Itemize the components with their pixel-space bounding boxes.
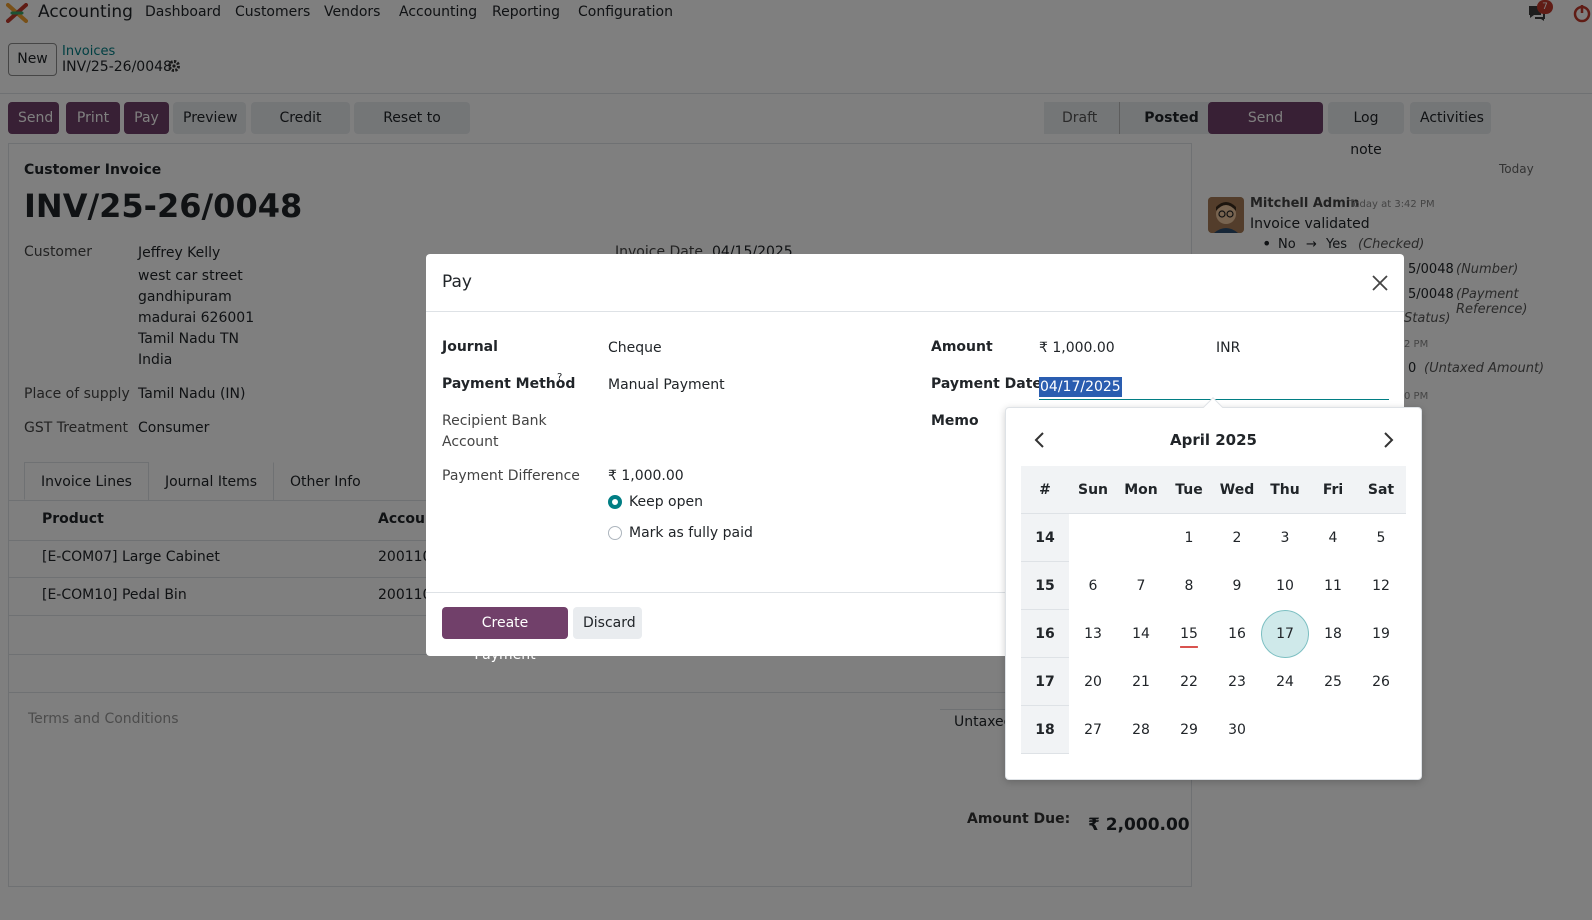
calendar-day-25[interactable]: 25	[1309, 658, 1357, 706]
calendar-day-10[interactable]: 10	[1261, 562, 1309, 610]
weekday-tue: Tue	[1175, 482, 1203, 498]
dialog-title: Pay	[442, 272, 472, 292]
calendar-day-28[interactable]: 28	[1117, 706, 1165, 754]
calendar-day-22[interactable]: 22	[1165, 658, 1213, 706]
calendar-day-1[interactable]: 1	[1165, 514, 1213, 562]
dialog-header: Pay	[426, 254, 1404, 312]
weekday-mon: Mon	[1124, 482, 1158, 498]
keep-open-radio[interactable]	[608, 495, 622, 509]
week-number: 15	[1035, 578, 1055, 594]
payment-difference-label: Payment Difference	[442, 468, 580, 484]
journal-label: Journal	[442, 339, 498, 355]
weekday-wed: Wed	[1219, 482, 1255, 498]
calendar-day-27[interactable]: 27	[1069, 706, 1117, 754]
calendar-day-9[interactable]: 9	[1213, 562, 1261, 610]
amount-label: Amount	[931, 339, 993, 355]
create-payment-button[interactable]: Create Payment	[442, 607, 568, 663]
amount-field[interactable]: ₹ 1,000.00	[1039, 340, 1115, 356]
payment-method-field[interactable]: Manual Payment	[608, 377, 725, 393]
calendar-day-20[interactable]: 20	[1069, 658, 1117, 706]
calendar-day-6[interactable]: 6	[1069, 562, 1117, 610]
payment-date-label: Payment Date	[931, 376, 1042, 392]
memo-label: Memo	[931, 413, 979, 429]
weekday-sat: Sat	[1367, 482, 1395, 498]
help-icon[interactable]: ?	[557, 372, 562, 383]
week-number: 16	[1035, 626, 1055, 642]
week-number-header: #	[1039, 482, 1051, 498]
weekday-thu: Thu	[1270, 482, 1300, 498]
chevron-right-icon[interactable]	[1380, 430, 1396, 450]
calendar-day-14[interactable]: 14	[1117, 610, 1165, 658]
mark-fully-paid-label[interactable]: Mark as fully paid	[629, 525, 753, 541]
calendar-day-13[interactable]: 13	[1069, 610, 1117, 658]
week-number: 14	[1035, 530, 1055, 546]
calendar-day-7[interactable]: 7	[1117, 562, 1165, 610]
week-number: 18	[1035, 722, 1055, 738]
calendar-day-15[interactable]: 15	[1165, 610, 1213, 658]
calendar-day-8[interactable]: 8	[1165, 562, 1213, 610]
calendar-day-18[interactable]: 18	[1309, 610, 1357, 658]
calendar-day-21[interactable]: 21	[1117, 658, 1165, 706]
calendar-day-4[interactable]: 4	[1309, 514, 1357, 562]
calendar-day-3[interactable]: 3	[1261, 514, 1309, 562]
payment-date-value[interactable]: 04/17/2025	[1039, 377, 1122, 397]
calendar-day-17[interactable]: 17	[1261, 610, 1309, 658]
calendar-day-5[interactable]: 5	[1357, 514, 1405, 562]
calendar-day-11[interactable]: 11	[1309, 562, 1357, 610]
journal-field[interactable]: Cheque	[608, 340, 662, 356]
weekday-sun: Sun	[1077, 482, 1109, 498]
week-number: 17	[1035, 674, 1055, 690]
calendar-day-29[interactable]: 29	[1165, 706, 1213, 754]
payment-method-label: Payment Method	[442, 376, 576, 392]
recipient-bank-label: Recipient Bank	[442, 413, 547, 429]
discard-button[interactable]: Discard	[573, 607, 642, 639]
calendar-day-12[interactable]: 12	[1357, 562, 1405, 610]
calendar-day-26[interactable]: 26	[1357, 658, 1405, 706]
calendar-day-23[interactable]: 23	[1213, 658, 1261, 706]
calendar-day-2[interactable]: 2	[1213, 514, 1261, 562]
calendar-day-30[interactable]: 30	[1213, 706, 1261, 754]
recipient-bank-label: Account	[442, 434, 499, 450]
currency-field[interactable]: INR	[1216, 340, 1240, 356]
mark-fully-paid-radio[interactable]	[608, 526, 622, 540]
month-title[interactable]: April 2025	[1005, 431, 1422, 449]
payment-difference-value: ₹ 1,000.00	[608, 468, 684, 484]
calendar-day-16[interactable]: 16	[1213, 610, 1261, 658]
weekday-fri: Fri	[1322, 482, 1344, 498]
calendar-day-19[interactable]: 19	[1357, 610, 1405, 658]
calendar-day-24[interactable]: 24	[1261, 658, 1309, 706]
close-icon[interactable]	[1371, 274, 1389, 292]
keep-open-label[interactable]: Keep open	[629, 494, 703, 510]
